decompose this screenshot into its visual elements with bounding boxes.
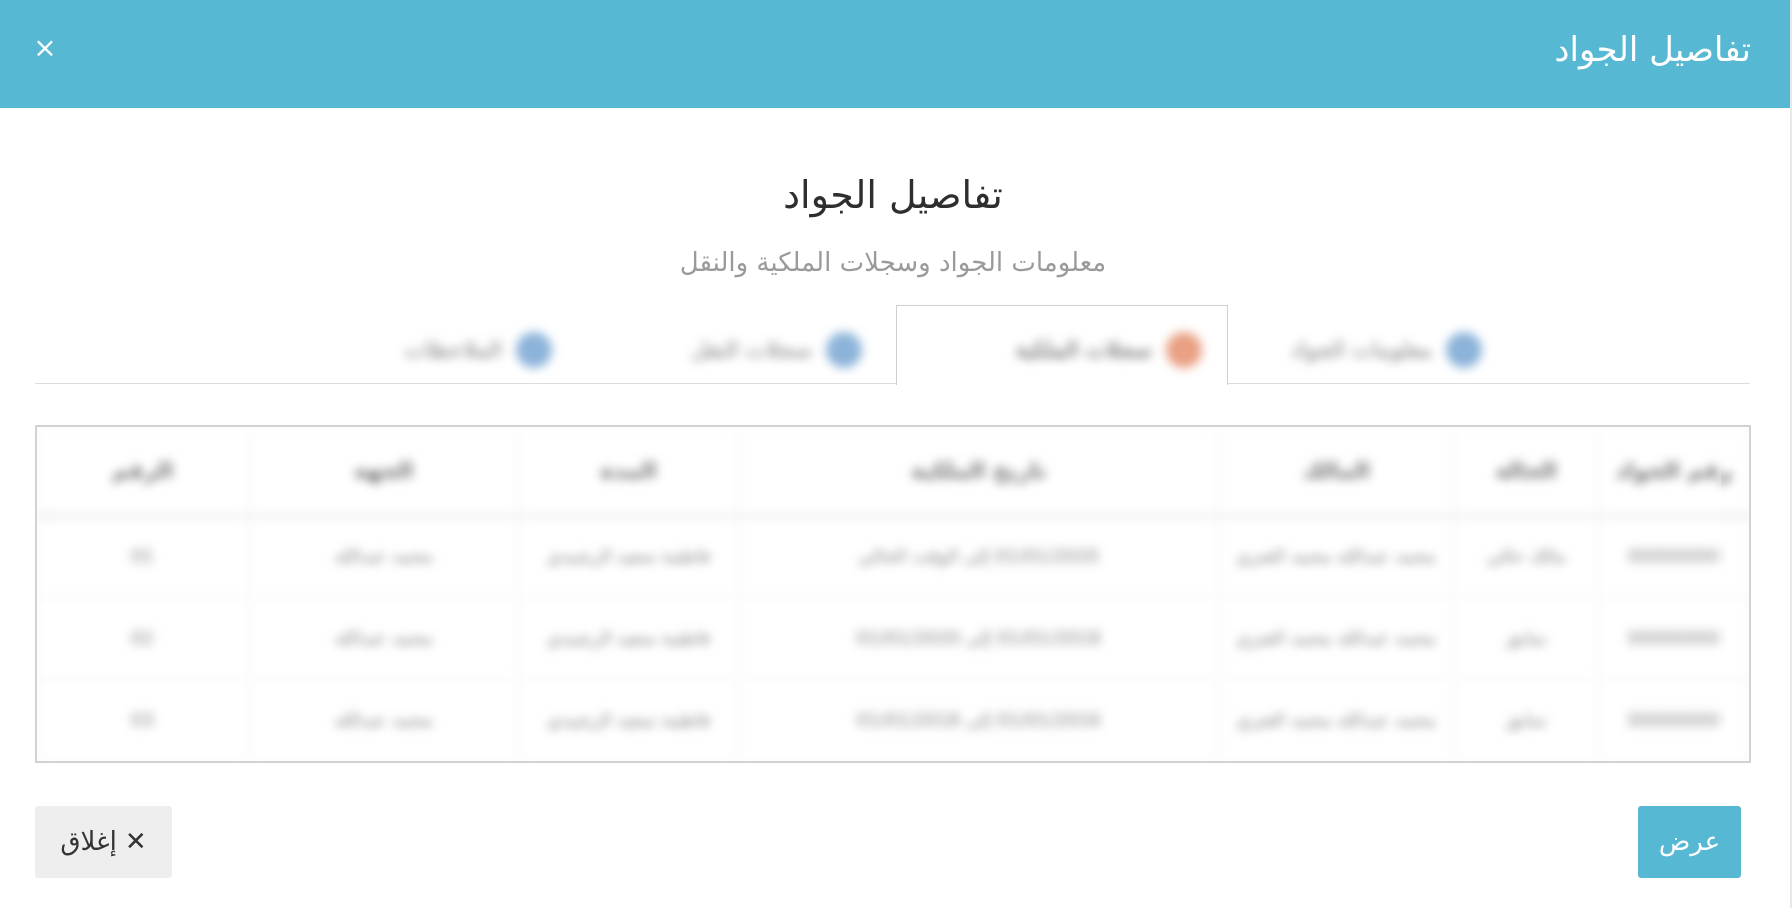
horse-details-modal: تفاصيل الجواد × تفاصيل الجواد معلومات ال…: [0, 0, 1792, 908]
transfer-icon: [826, 332, 862, 368]
tab-transfer-records[interactable]: سجلات النقل: [600, 332, 870, 368]
view-button[interactable]: عرض: [1638, 806, 1741, 878]
document-icon: [1166, 332, 1202, 368]
blur-overlay: [55, 427, 1721, 761]
close-button-label: إغلاق: [60, 827, 117, 857]
info-icon: [1446, 332, 1482, 368]
content-title: تفاصيل الجواد: [783, 173, 1003, 217]
close-icon: ✕: [124, 827, 147, 857]
content-subtitle: معلومات الجواد وسجلات الملكية والنقل: [679, 248, 1107, 278]
notes-icon: [516, 332, 552, 368]
tab-notes[interactable]: الملاحظات: [310, 332, 560, 368]
tab-label: معلومات الجواد: [1290, 338, 1432, 363]
ownership-table: رقم الجواد الحالة المالك تاريخ الملكية ا…: [35, 425, 1751, 763]
close-icon[interactable]: ×: [30, 30, 60, 66]
tab-ownership-records[interactable]: سجلات الملكية: [910, 332, 1210, 368]
tab-horse-info[interactable]: معلومات الجواد: [1250, 332, 1490, 368]
modal-title: تفاصيل الجواد: [1554, 30, 1751, 70]
close-button[interactable]: ✕إغلاق: [35, 806, 172, 878]
tab-label: سجلات الملكية: [1015, 338, 1152, 363]
modal-header: تفاصيل الجواد ×: [0, 0, 1792, 108]
tab-label: الملاحظات: [404, 338, 502, 363]
tab-label: سجلات النقل: [691, 338, 812, 363]
tabs-bar: معلومات الجواد سجلات الملكية سجلات النقل…: [290, 312, 1490, 390]
